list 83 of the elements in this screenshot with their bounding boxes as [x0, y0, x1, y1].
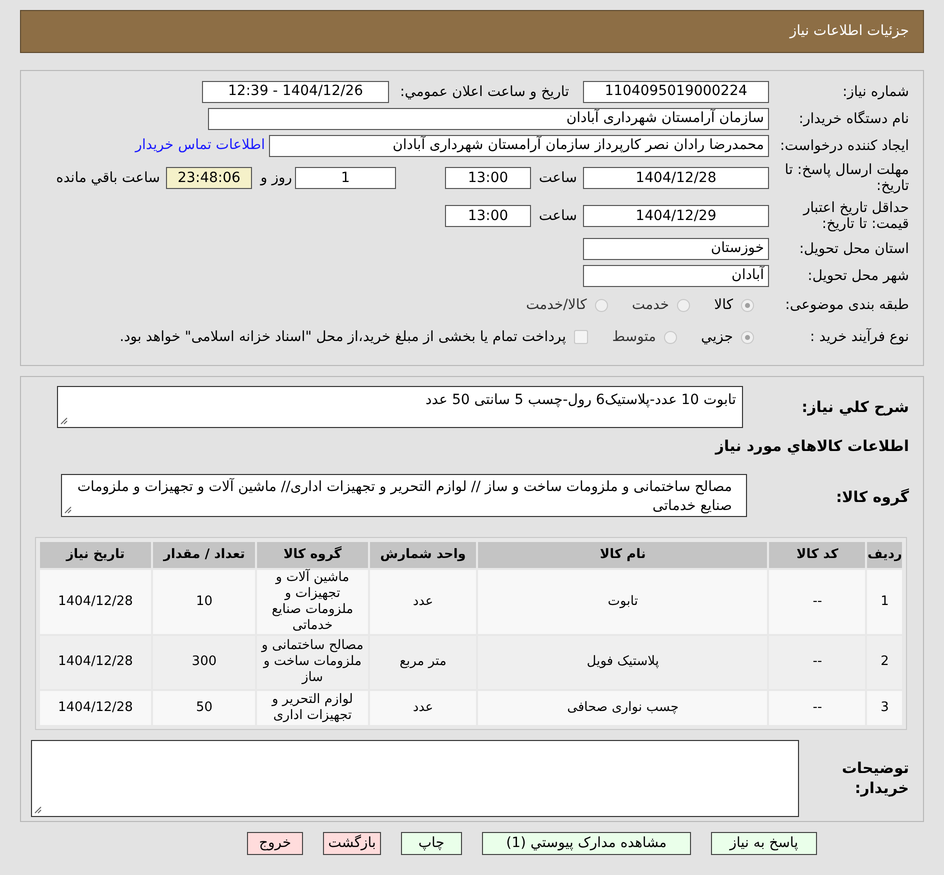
- input-field: 1404/12/29: [583, 205, 769, 227]
- input-field: خوزستان: [583, 238, 769, 260]
- field-label: نام دستگاه خریدار:: [798, 110, 909, 126]
- table-cell: متر مربع: [368, 634, 478, 690]
- column-header: تعداد / مقدار: [152, 540, 256, 568]
- action-button[interactable]: چاپ: [400, 832, 462, 855]
- field-label: تاریخ و ساعت اعلان عمومي:: [399, 84, 569, 100]
- table-cell: پلاستیک فویل: [477, 634, 768, 690]
- table-cell: تابوت: [477, 568, 768, 634]
- radio-label: خدمت: [632, 296, 670, 314]
- field-label: نوع فرآیند خرید :: [809, 329, 909, 345]
- table-cell: ماشین آلات و تجهیزات و ملزومات صنایع خدماتی: [256, 568, 369, 634]
- text-area[interactable]: [31, 740, 799, 816]
- field-label: شماره نیاز:: [842, 84, 909, 100]
- radio-label: جزيي: [701, 328, 733, 346]
- table-cell: --: [768, 690, 866, 726]
- field-label: مهلت ارسال پاسخ: تا تاریخ:: [784, 162, 909, 194]
- column-header: کد کالا: [768, 540, 866, 568]
- radio-label: کالا/خدمت: [526, 296, 587, 314]
- payment-note: پرداخت تمام یا بخشی از مبلغ خرید،از محل "اسناد خزانه اسلامی" خواهد بود.: [120, 328, 566, 346]
- field-label: شهر محل تحویل:: [806, 268, 909, 284]
- table-cell: 1404/12/28: [39, 568, 152, 634]
- table-cell: --: [768, 634, 866, 690]
- page-title: جزئیات اطلاعات نیاز: [790, 22, 909, 41]
- field-label: طبقه بندی موضوعی:: [784, 297, 909, 313]
- text-area[interactable]: تابوت 10 عدد-پلاستیک6 رول-چسب 5 سانتی 50 عدد: [57, 386, 743, 428]
- column-header: واحد شمارش: [368, 540, 478, 568]
- field-label: استان محل تحویل:: [798, 240, 909, 256]
- column-header: نام کالا: [477, 540, 768, 568]
- input-field: 13:00: [445, 167, 531, 189]
- field-label: روز و: [258, 170, 292, 186]
- input-field: آبادان: [583, 264, 769, 286]
- action-button[interactable]: بازگشت: [323, 832, 381, 855]
- table-cell: لوازم التحریر و تجهیزات اداری: [256, 690, 369, 726]
- field-label: ساعت باقي مانده: [55, 170, 160, 186]
- radio-button[interactable]: [741, 330, 754, 344]
- input-field: محمدرضا رادان نصر کارپرداز سازمان آرامستان شهرداری آبادان: [269, 134, 769, 156]
- input-field: 23:48:06: [166, 167, 252, 189]
- text-area-content: تابوت 10 عدد-پلاستیک6 رول-چسب 5 سانتی 50 عدد: [424, 391, 737, 409]
- checkbox[interactable]: [574, 330, 588, 344]
- table-cell: 1: [866, 568, 903, 634]
- field-label: گروه کالا:: [835, 486, 909, 508]
- table-cell: چسب نواری صحافی: [477, 690, 768, 726]
- radio-button[interactable]: [677, 298, 690, 312]
- table-cell: 1404/12/28: [39, 690, 152, 726]
- resize-grip-icon[interactable]: [34, 806, 42, 814]
- table-cell: 10: [152, 568, 256, 634]
- input-field: 1404/12/26 - 12:39: [202, 80, 389, 102]
- resize-grip-icon[interactable]: [60, 417, 68, 425]
- table-cell: 300: [152, 634, 256, 690]
- input-field: سازمان آرامستان شهرداری آبادان: [208, 108, 769, 130]
- radio-label: کالا: [714, 296, 733, 314]
- table-cell: 3: [866, 690, 903, 726]
- column-header: گروه کالا: [256, 540, 369, 568]
- input-field: 13:00: [445, 205, 531, 227]
- radio-button[interactable]: [741, 298, 754, 312]
- input-field: 1104095019000224: [583, 80, 769, 102]
- section-heading: اطلاعات کالاهاي مورد نیاز: [714, 436, 909, 457]
- radio-label: متوسط: [612, 328, 656, 346]
- field-label: حداقل تاریخ اعتبار قیمت: تا تاریخ:: [802, 200, 909, 232]
- action-button[interactable]: خروج: [247, 832, 304, 855]
- table-cell: عدد: [368, 568, 478, 634]
- action-button[interactable]: مشاهده مدارک پیوستي (1): [482, 832, 691, 855]
- radio-button[interactable]: [664, 330, 678, 344]
- table-cell: مصالح ساختمانی و ملزومات ساخت و ساز: [256, 634, 369, 690]
- resize-grip-icon[interactable]: [64, 506, 72, 514]
- input-field: 1404/12/28: [583, 167, 769, 189]
- contact-link[interactable]: اطلاعات تماس خریدار: [135, 135, 265, 156]
- radio-button[interactable]: [594, 298, 608, 312]
- column-header: تاریخ نیاز: [39, 540, 152, 568]
- table-cell: 50: [152, 690, 256, 726]
- table-cell: 1404/12/28: [39, 634, 152, 690]
- field-label: ایجاد کننده درخواست:: [779, 138, 909, 154]
- table-cell: --: [768, 568, 866, 634]
- table-cell: عدد: [368, 690, 478, 726]
- column-header: ردیف: [866, 540, 903, 568]
- input-field: 1: [295, 167, 396, 189]
- field-label: شرح کلي نیاز:: [800, 397, 909, 418]
- table-cell: 2: [866, 634, 903, 690]
- field-label: ساعت: [538, 208, 577, 224]
- field-label: ساعت: [538, 170, 577, 186]
- action-button[interactable]: پاسخ به نیاز: [710, 832, 817, 855]
- field-label: توضیحات خریدار:: [840, 758, 909, 798]
